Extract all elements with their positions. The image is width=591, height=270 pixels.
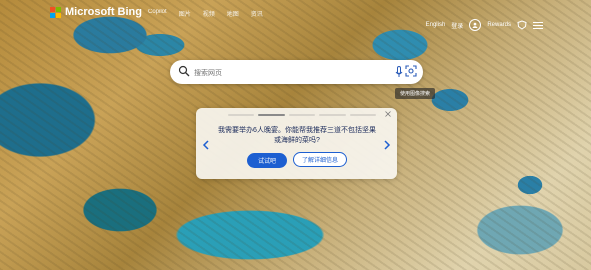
chevron-left-icon[interactable]: [202, 140, 210, 150]
tab-copilot[interactable]: Copilot: [148, 9, 167, 18]
signin-button[interactable]: 登录: [451, 21, 463, 30]
microsoft-logo-icon: [50, 6, 61, 18]
suggestion-question: 我需要举办6人晚宴。你能帮我推荐三道不包括坚果或海鲜的菜吗?: [218, 127, 376, 144]
try-button[interactable]: 试试吧: [247, 153, 287, 168]
tab-news[interactable]: 资讯: [251, 9, 263, 18]
visual-search-tooltip: 使用图像搜索: [395, 88, 435, 99]
rewards-link[interactable]: Rewards: [487, 22, 511, 28]
tab-images[interactable]: 图片: [179, 9, 191, 18]
avatar-icon[interactable]: [469, 19, 482, 31]
account-bar: English 登录 Rewards: [426, 19, 543, 31]
tab-videos[interactable]: 视频: [203, 9, 215, 18]
tab-maps[interactable]: 地图: [227, 9, 239, 18]
chevron-right-icon[interactable]: [383, 140, 391, 150]
progress-indicator: [228, 114, 377, 116]
language-link[interactable]: English: [426, 22, 446, 28]
mic-icon[interactable]: [395, 66, 403, 78]
menu-icon[interactable]: [533, 21, 543, 29]
search-input[interactable]: [192, 64, 376, 82]
nav-tabs: Copilot 图片 视频 地图 资讯: [148, 9, 263, 18]
visual-search-icon[interactable]: [405, 65, 417, 77]
bing-logo[interactable]: Microsoft Bing: [50, 6, 142, 18]
shield-icon[interactable]: [517, 20, 527, 30]
brand-name: Microsoft Bing: [65, 6, 142, 18]
suggestion-card: 我需要举办6人晚宴。你能帮我推荐三道不包括坚果或海鲜的菜吗? 试试吧 了解详细信…: [196, 108, 397, 179]
search-icon: [178, 65, 190, 77]
top-bar: Microsoft Bing Copilot 图片 视频 地图 资讯 Engli…: [0, 0, 591, 31]
learn-more-button[interactable]: 了解详细信息: [293, 152, 347, 167]
close-icon[interactable]: [385, 111, 391, 117]
search-box: [170, 60, 423, 84]
